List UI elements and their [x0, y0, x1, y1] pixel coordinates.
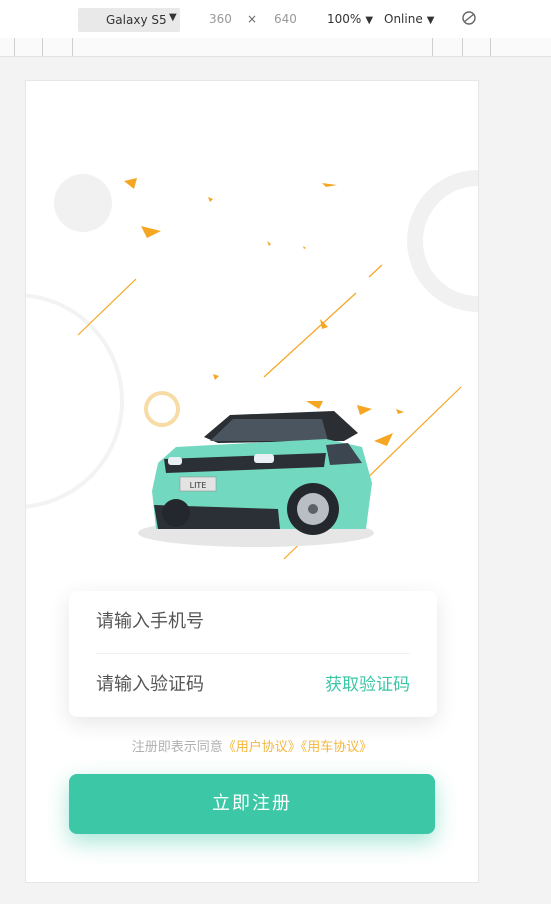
- agreement-text: 注册即表示同意《用户协议》《用车协议》: [26, 736, 478, 755]
- media-query-bar: [0, 38, 551, 57]
- phone-viewport: LITE 请输入手机号 请输入验证码 获取验证码 注册即表示同意《用户协议》《用…: [25, 80, 479, 883]
- get-code-button[interactable]: 获取验证码: [325, 654, 410, 716]
- rotate-icon[interactable]: [461, 10, 477, 29]
- code-placeholder: 请输入验证码: [96, 674, 204, 695]
- zoom-label: 100%: [327, 12, 362, 26]
- chevron-down-icon: ▼: [426, 15, 435, 26]
- register-button[interactable]: 立即注册: [69, 774, 435, 834]
- chevron-down-icon: ▼: [365, 15, 374, 26]
- car-badge: LITE: [190, 481, 207, 490]
- viewport-width[interactable]: 360: [209, 12, 232, 26]
- hero-illustration: LITE: [26, 170, 478, 560]
- user-agreement-link[interactable]: 《用户协议》: [223, 740, 301, 755]
- device-toolbar: Galaxy S5 ▼ 360 × 640 100% ▼ Online ▼: [0, 0, 551, 39]
- network-select[interactable]: Online ▼: [384, 12, 434, 26]
- zoom-select[interactable]: 100% ▼: [327, 12, 373, 26]
- car-agreement-link[interactable]: 《用车协议》: [301, 740, 373, 755]
- chevron-down-icon: ▼: [169, 12, 177, 23]
- login-form-card: 请输入手机号 请输入验证码 获取验证码: [69, 591, 437, 717]
- car-image: LITE: [138, 411, 374, 547]
- device-select[interactable]: Galaxy S5 ▼: [78, 8, 180, 32]
- viewport-height[interactable]: 640: [274, 12, 297, 26]
- code-input[interactable]: 请输入验证码 获取验证码: [96, 653, 410, 716]
- times-sign: ×: [247, 12, 258, 26]
- network-label: Online: [384, 12, 423, 26]
- phone-placeholder: 请输入手机号: [96, 611, 204, 632]
- agreement-prefix: 注册即表示同意: [131, 740, 223, 755]
- device-name: Galaxy S5: [106, 13, 167, 27]
- phone-input[interactable]: 请输入手机号: [96, 591, 410, 653]
